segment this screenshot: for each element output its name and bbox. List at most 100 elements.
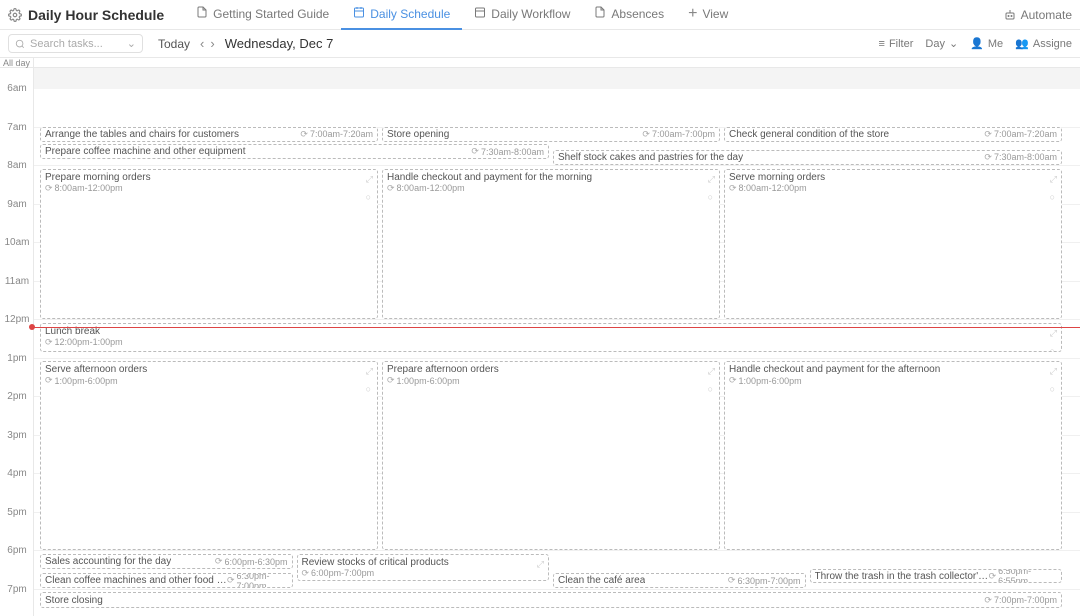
plus-icon: +: [688, 5, 697, 23]
time-gutter: All day 6am7am8am9am10am11am12pm1pm2pm3p…: [0, 58, 34, 616]
calendar-event[interactable]: ⤢ ○ Prepare morning orders⟳ 8:00am-12:00pm: [40, 169, 378, 319]
allday-row[interactable]: [34, 58, 1080, 68]
event-time: ⟳ 12:00pm-1:00pm: [45, 337, 1057, 348]
more-icon[interactable]: ○: [537, 577, 542, 581]
event-title: Handle checkout and payment for the afte…: [729, 364, 1057, 375]
hour-label: 4pm: [0, 468, 34, 479]
calendar-event[interactable]: ⤢○Handle checkout and payment for the mo…: [382, 169, 720, 319]
calendar-event[interactable]: Prepare coffee machine and other equipme…: [40, 144, 549, 159]
calendar-event[interactable]: Arrange the tables and chairs for custom…: [40, 127, 378, 142]
calendar-grid[interactable]: Arrange the tables and chairs for custom…: [34, 58, 1080, 616]
expand-icon[interactable]: ⤢: [1050, 174, 1057, 185]
calendar-event[interactable]: Check general condition of the store ⟳7:0…: [724, 127, 1062, 142]
chevron-down-icon: ⌄: [127, 37, 136, 50]
automate-button[interactable]: Automate: [1004, 8, 1072, 22]
calendar-event[interactable]: Clean the café area⟳6:30pm-7:00pm: [553, 573, 806, 588]
tab-absences[interactable]: Absences: [582, 0, 676, 30]
event-time: ⟳6:30pm-7:00pm: [728, 575, 801, 586]
expand-icon[interactable]: ⤢: [537, 559, 544, 570]
view-mode-button[interactable]: Day⌄: [925, 37, 958, 50]
tab-daily-schedule[interactable]: Daily Schedule: [341, 0, 462, 30]
allday-label: All day: [0, 58, 33, 68]
assignee-button[interactable]: 👥Assigne: [1015, 37, 1072, 50]
event-title: Check general condition of the store: [729, 129, 889, 140]
recur-icon: ⟳: [387, 183, 395, 194]
recur-icon: ⟳: [729, 183, 737, 194]
event-time: ⟳ 1:00pm-6:00pm: [729, 375, 1057, 386]
more-icon[interactable]: ○: [366, 192, 371, 202]
more-icon[interactable]: ○: [1050, 192, 1055, 202]
hour-line: [34, 165, 1080, 166]
hour-line: [34, 358, 1080, 359]
calendar-event[interactable]: Store closing ⟳7:00pm-7:00pm: [40, 592, 1062, 607]
recur-icon: ⟳: [45, 183, 53, 194]
more-icon[interactable]: ○: [708, 192, 713, 202]
toolbar: Search tasks... ⌄ Today ‹ › Wednesday, D…: [0, 30, 1080, 58]
calendar-event[interactable]: ⤢○Review stocks of critical products⟳ 6:…: [297, 554, 550, 581]
expand-icon[interactable]: ⤢: [1050, 366, 1057, 377]
prev-day-button[interactable]: ‹: [200, 36, 204, 51]
hour-label: 9am: [0, 199, 34, 210]
event-title: Clean coffee machines and other food equ…: [45, 575, 227, 586]
hour-label: 8am: [0, 160, 34, 171]
calendar-event[interactable]: ⤢ ○ Handle checkout and payment for the af…: [724, 361, 1062, 550]
tabs: Getting Started GuideDaily ScheduleDaily…: [184, 0, 1003, 30]
hour-label: 7pm: [0, 584, 34, 595]
view-label: View: [702, 7, 728, 21]
recur-icon: ⟳: [471, 146, 479, 157]
calendar-event[interactable]: Clean coffee machines and other food equ…: [40, 573, 293, 588]
bot-icon: [1004, 9, 1016, 21]
tab-daily-workflow[interactable]: Daily Workflow: [462, 0, 582, 30]
calendar-event[interactable]: Store opening⟳7:00am-7:00pm: [382, 127, 720, 142]
event-time: ⟳ 8:00am-12:00pm: [45, 183, 373, 194]
next-day-button[interactable]: ›: [210, 36, 214, 51]
event-time: ⟳7:00am-7:20am: [984, 129, 1057, 140]
me-button[interactable]: 👤Me: [970, 37, 1003, 50]
tab-getting-started-guide[interactable]: Getting Started Guide: [184, 0, 341, 30]
event-title: Sales accounting for the day: [45, 556, 171, 567]
calendar-event[interactable]: Shelf stock cakes and pastries for the d…: [553, 150, 1062, 165]
hour-label: 6pm: [0, 545, 34, 556]
hour-line: [34, 550, 1080, 551]
event-title: Throw the trash in the trash collector's…: [815, 571, 989, 582]
more-icon[interactable]: ○: [708, 384, 713, 394]
event-time: ⟳7:00am-7:20am: [300, 129, 373, 140]
recur-icon: ⟳: [984, 595, 992, 606]
filter-button[interactable]: ≡Filter: [879, 38, 914, 50]
more-icon[interactable]: ○: [1050, 346, 1055, 352]
chevron-down-icon: ⌄: [949, 37, 958, 50]
date-nav: Today ‹ › Wednesday, Dec 7: [158, 36, 333, 51]
event-time: ⟳ 8:00am-12:00pm: [729, 183, 1057, 194]
hour-label: 7am: [0, 122, 34, 133]
gear-icon: [8, 8, 22, 22]
page-title-text: Daily Hour Schedule: [28, 7, 164, 23]
expand-icon[interactable]: ⤢: [1050, 328, 1057, 339]
add-view-button[interactable]: + View: [676, 0, 740, 30]
expand-icon[interactable]: ⤢: [708, 174, 715, 185]
hour-label: 5pm: [0, 507, 34, 518]
event-title: Prepare morning orders: [45, 172, 373, 183]
hour-label: 12pm: [0, 314, 34, 325]
people-icon: 👥: [1015, 37, 1029, 50]
event-title: Store opening: [387, 129, 449, 140]
event-title: Shelf stock cakes and pastries for the d…: [558, 152, 743, 163]
calendar-event[interactable]: Throw the trash in the trash collector's…: [810, 569, 1063, 583]
today-button[interactable]: Today: [158, 37, 190, 51]
now-indicator: [34, 327, 1080, 328]
event-title: Store closing: [45, 595, 103, 606]
event-time: ⟳7:00pm-7:00pm: [984, 595, 1057, 606]
expand-icon[interactable]: ⤢: [366, 366, 373, 377]
more-icon[interactable]: ○: [1050, 384, 1055, 394]
event-time: ⟳7:30am-8:00am: [984, 152, 1057, 163]
expand-icon[interactable]: ⤢: [708, 366, 715, 377]
calendar-alt-icon: [474, 6, 486, 21]
calendar-event[interactable]: ⤢○Prepare afternoon orders⟳ 1:00pm-6:00p…: [382, 361, 720, 550]
search-input[interactable]: Search tasks... ⌄: [8, 34, 143, 53]
calendar-event[interactable]: ⤢○Serve afternoon orders⟳ 1:00pm-6:00pm: [40, 361, 378, 550]
calendar-event[interactable]: ⤢○Serve morning orders⟳ 8:00am-12:00pm: [724, 169, 1062, 319]
automate-label: Automate: [1021, 8, 1072, 22]
event-title: Prepare afternoon orders: [387, 364, 715, 375]
expand-icon[interactable]: ⤢: [366, 174, 373, 185]
calendar-event[interactable]: Sales accounting for the day⟳6:00pm-6:30…: [40, 554, 293, 569]
more-icon[interactable]: ○: [366, 384, 371, 394]
